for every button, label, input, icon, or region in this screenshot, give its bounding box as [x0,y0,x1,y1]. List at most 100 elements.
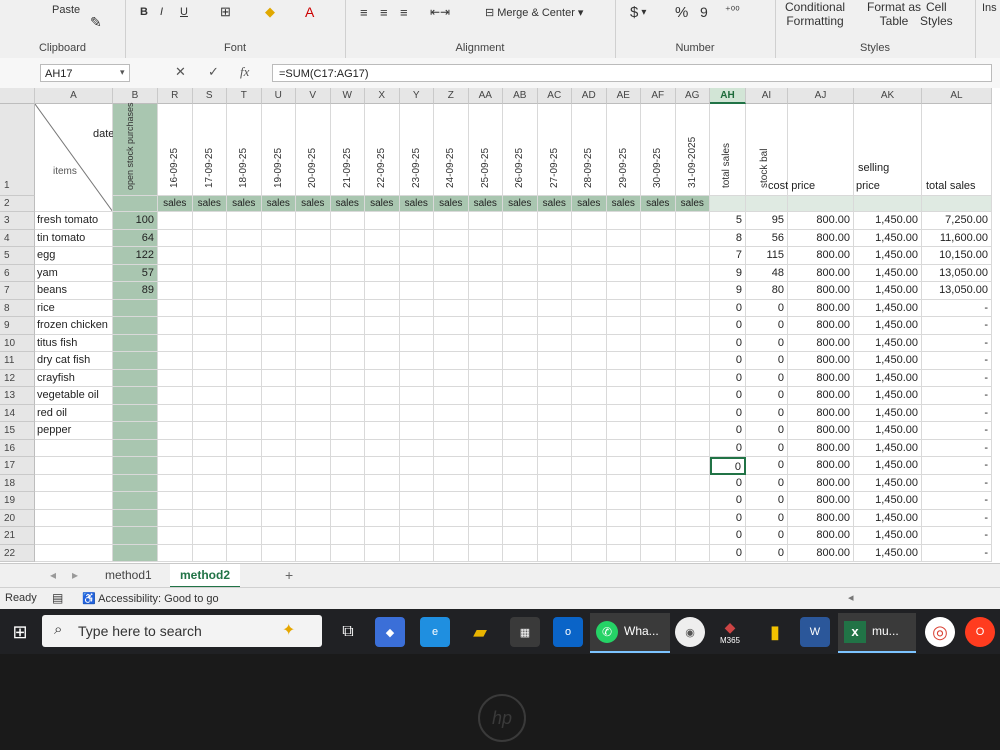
selling-price-cell[interactable]: 1,450.00 [854,352,922,370]
stock-bal-cell[interactable]: 115 [746,247,788,265]
sales-cell[interactable] [399,229,434,247]
sales-cell[interactable] [227,369,262,387]
sales-cell[interactable] [434,544,469,562]
sales-cell[interactable] [675,509,710,527]
sales-cell[interactable] [572,317,607,335]
sales-subheader-cell[interactable]: sales [227,196,262,212]
column-header-d7[interactable]: Y [399,88,434,104]
row-header[interactable]: 4 [0,229,35,247]
sales-cell[interactable] [468,457,503,475]
sales-cell[interactable] [606,439,641,457]
item-name-cell[interactable] [35,439,113,457]
sales-cell[interactable] [261,299,296,317]
sales-cell[interactable] [503,212,538,230]
total-sales-value-cell[interactable]: - [922,474,992,492]
sales-cell[interactable] [434,387,469,405]
sales-cell[interactable] [572,474,607,492]
sales-cell[interactable] [641,527,676,545]
sales-cell[interactable] [537,282,572,300]
sales-cell[interactable] [572,352,607,370]
sales-cell[interactable] [503,317,538,335]
sales-cell[interactable] [572,387,607,405]
sales-cell[interactable] [330,457,365,475]
total-sales-value-cell[interactable]: 10,150.00 [922,247,992,265]
total-sales-cell[interactable]: 0 [710,474,746,492]
sales-cell[interactable] [537,369,572,387]
sales-cell[interactable] [503,527,538,545]
sales-cell[interactable] [572,282,607,300]
sales-cell[interactable] [192,474,227,492]
sales-cell[interactable] [158,527,193,545]
sales-cell[interactable] [641,317,676,335]
column-header-d1[interactable]: S [192,88,227,104]
taskbar-search-box[interactable]: ⌕ Type here to search ✦ [42,615,322,647]
sales-cell[interactable] [192,282,227,300]
sales-cell[interactable] [399,457,434,475]
sales-cell[interactable] [158,352,193,370]
sales-cell[interactable] [606,352,641,370]
font-color-button[interactable]: A [305,4,314,20]
sales-cell[interactable] [606,492,641,510]
total-sales-cell[interactable]: 0 [710,527,746,545]
cell-styles-button[interactable]: Cell Styles [920,0,953,28]
stock-bal-cell[interactable]: 0 [746,334,788,352]
sales-cell[interactable] [192,439,227,457]
column-header-AL[interactable]: AL [922,88,992,104]
sales-cell[interactable] [330,509,365,527]
sales-cell[interactable] [606,544,641,562]
item-name-cell[interactable]: titus fish [35,334,113,352]
selling-price-cell[interactable]: 1,450.00 [854,439,922,457]
enter-icon[interactable]: ✓ [208,64,219,80]
sales-cell[interactable] [158,509,193,527]
row2-cell[interactable] [788,196,854,212]
sales-cell[interactable] [192,299,227,317]
sales-cell[interactable] [537,422,572,440]
sales-cell[interactable] [158,492,193,510]
sales-cell[interactable] [675,457,710,475]
sales-cell[interactable] [675,369,710,387]
sales-cell[interactable] [606,264,641,282]
sales-subheader-cell[interactable]: sales [468,196,503,212]
item-name-cell[interactable]: beans [35,282,113,300]
accessibility-status[interactable]: ♿ Accessibility: Good to go [82,592,219,605]
column-header-AH[interactable]: AH [710,88,746,104]
sales-cell[interactable] [330,229,365,247]
sales-cell[interactable] [365,369,400,387]
sales-subheader-cell[interactable]: sales [158,196,193,212]
sales-cell[interactable] [606,334,641,352]
sales-cell[interactable] [572,369,607,387]
open-stock-row2-cell[interactable] [113,196,158,212]
stock-bal-cell[interactable]: 0 [746,457,788,475]
sales-cell[interactable] [572,247,607,265]
row-header[interactable]: 16 [0,439,35,457]
sales-cell[interactable] [434,492,469,510]
row-header[interactable]: 15 [0,422,35,440]
total-sales-value-cell[interactable]: 7,250.00 [922,212,992,230]
sales-cell[interactable] [468,317,503,335]
total-sales-value-cell[interactable]: 11,600.00 [922,229,992,247]
format-painter-icon[interactable]: ✎ [90,14,102,31]
total-sales-value-cell[interactable]: - [922,457,992,475]
row-header[interactable]: 13 [0,387,35,405]
selling-price-cell[interactable]: 1,450.00 [854,229,922,247]
column-header-d9[interactable]: AA [468,88,503,104]
sales-cell[interactable] [606,422,641,440]
sales-cell[interactable] [675,299,710,317]
row-header[interactable]: 3 [0,212,35,230]
cost-price-cell[interactable]: 800.00 [788,212,854,230]
selected-total-sales-cell[interactable]: 0 [710,457,746,475]
open-stock-cell[interactable] [113,474,158,492]
sales-cell[interactable] [641,229,676,247]
sales-cell[interactable] [296,369,331,387]
stock-bal-cell[interactable]: 0 [746,387,788,405]
sales-cell[interactable] [227,299,262,317]
sales-cell[interactable] [261,282,296,300]
cost-price-cell[interactable]: 800.00 [788,369,854,387]
total-sales-cell[interactable]: 0 [710,439,746,457]
sales-cell[interactable] [641,387,676,405]
app-avatar-icon[interactable]: ◉ [675,617,705,647]
sales-subheader-cell[interactable]: sales [330,196,365,212]
total-sales-value-cell[interactable]: - [922,299,992,317]
sales-cell[interactable] [675,212,710,230]
sales-cell[interactable] [675,404,710,422]
